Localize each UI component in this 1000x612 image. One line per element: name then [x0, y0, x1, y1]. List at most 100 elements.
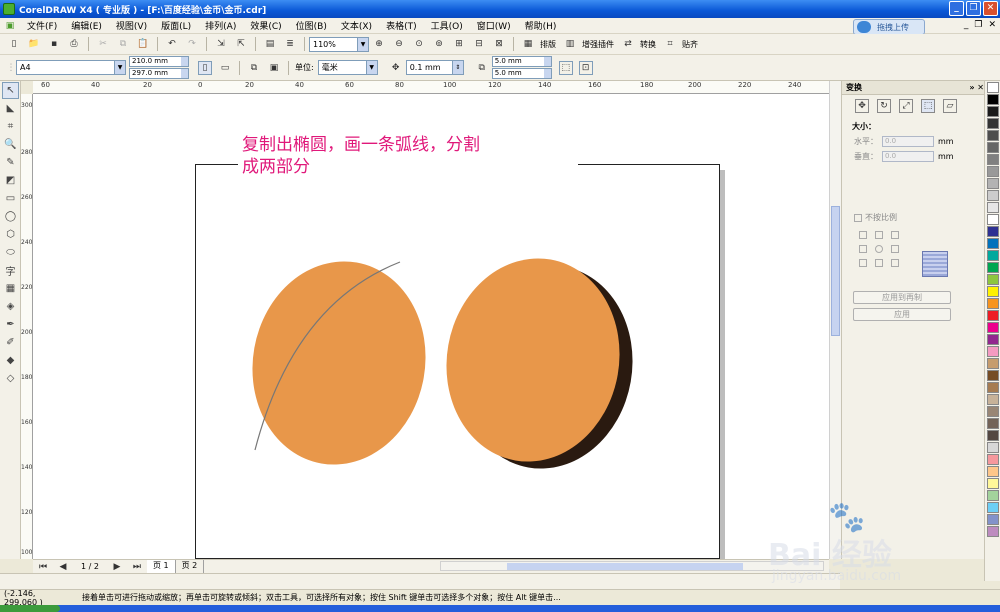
apply-button[interactable]: 应用 [853, 308, 951, 321]
first-page-icon[interactable]: ⏮ [36, 560, 50, 574]
duplicate-y-input[interactable]: 5.0 mm [491, 68, 552, 79]
skew-icon[interactable]: ▱ [943, 99, 957, 113]
color-swatch[interactable] [987, 130, 999, 141]
menu-bitmaps[interactable]: 位图(B) [289, 19, 334, 32]
duplicate-x-input[interactable]: 5.0 mm [491, 56, 552, 67]
vertical-input[interactable]: 0.0 [882, 151, 934, 162]
copy-icon[interactable]: ⧉ [116, 37, 130, 51]
tab-page-1[interactable]: 页 1 [146, 560, 176, 573]
color-swatch[interactable] [987, 430, 999, 441]
snap-objects-icon[interactable]: ⊡ [578, 60, 593, 75]
menu-view[interactable]: 视图(V) [109, 19, 154, 32]
toolbar-snap[interactable]: 贴齐 [682, 39, 698, 50]
menu-file[interactable]: 文件(F) [20, 19, 64, 32]
new-icon[interactable]: ▯ [7, 37, 21, 51]
cut-icon[interactable]: ✂ [96, 37, 110, 51]
color-swatch[interactable] [987, 202, 999, 213]
export-icon[interactable]: ⇱ [234, 37, 248, 51]
polygon-tool-icon[interactable]: ⬡ [2, 226, 19, 243]
interactive-fill-tool-icon[interactable]: ◇ [2, 370, 19, 387]
zoom-selected-icon[interactable]: ⊙ [412, 37, 426, 51]
anchor-checkbox[interactable] [859, 245, 867, 253]
menu-table[interactable]: 表格(T) [379, 19, 424, 32]
zoom-height-icon[interactable]: ⊠ [492, 37, 506, 51]
portrait-icon[interactable]: ▯ [198, 60, 212, 75]
toolbar-convert[interactable]: 转换 [640, 39, 656, 50]
scroll-thumb[interactable] [507, 563, 743, 570]
color-swatch[interactable] [987, 106, 999, 117]
current-page-icon[interactable]: ▣ [267, 61, 281, 75]
menu-text[interactable]: 文本(X) [334, 19, 379, 32]
pick-tool-icon[interactable]: ↖ [2, 82, 19, 99]
zoom-width-icon[interactable]: ⊟ [472, 37, 486, 51]
smart-fill-tool-icon[interactable]: ◩ [2, 172, 19, 189]
page-height-input[interactable]: 297.0 mm [129, 68, 189, 79]
color-swatch[interactable] [987, 226, 999, 237]
menu-edit[interactable]: 编辑(E) [64, 19, 109, 32]
orange-ellipse-right[interactable] [431, 245, 636, 476]
menu-help[interactable]: 帮助(H) [518, 19, 564, 32]
proportional-checkbox[interactable] [854, 213, 862, 222]
toolbar-plugins[interactable]: 增强插件 [582, 39, 614, 50]
drawing-canvas[interactable]: 复制出椭圆，画一条弧线，分割 成两部分 [33, 94, 829, 559]
color-swatch[interactable] [987, 178, 999, 189]
outline-tool-icon[interactable]: ✐ [2, 334, 19, 351]
zoom-select[interactable]: 110% ▼ [309, 36, 369, 52]
anchor-checkbox[interactable] [875, 259, 883, 267]
color-swatch[interactable] [987, 166, 999, 177]
all-pages-icon[interactable]: ⧉ [247, 61, 261, 75]
nudge-input[interactable]: 0.1 mm ⇕ [405, 60, 464, 75]
eyedropper-tool-icon[interactable]: ✒ [2, 316, 19, 333]
restore-button[interactable]: ❐ [966, 1, 981, 16]
color-swatch[interactable] [987, 286, 999, 297]
scale-icon[interactable]: ⤢ [899, 99, 913, 113]
color-swatch[interactable] [987, 358, 999, 369]
docker-close-icon[interactable]: » ✕ [969, 81, 984, 94]
menu-arrange[interactable]: 排列(A) [198, 19, 243, 32]
orange-ellipse-left[interactable] [237, 248, 442, 479]
zoom-in-icon[interactable]: ⊕ [372, 37, 386, 51]
table-tool-icon[interactable]: ▦ [2, 280, 19, 297]
color-swatch[interactable] [987, 406, 999, 417]
color-swatch[interactable] [987, 262, 999, 273]
doc-restore-button[interactable]: ❐ [974, 20, 982, 30]
print-icon[interactable]: ⎙ [67, 37, 81, 51]
landscape-icon[interactable]: ▭ [218, 61, 232, 75]
color-swatch[interactable] [987, 394, 999, 405]
welcome-icon[interactable]: ≣ [283, 37, 297, 51]
size-icon[interactable]: ⬚ [921, 99, 935, 113]
basic-shapes-tool-icon[interactable]: ⬭ [2, 244, 19, 261]
color-swatch[interactable] [987, 490, 999, 501]
zoom-tool-icon[interactable]: 🔍 [2, 136, 19, 153]
color-swatch[interactable] [987, 346, 999, 357]
page-width-input[interactable]: 210.0 mm [129, 56, 189, 67]
prev-page-icon[interactable]: ◀ [56, 560, 70, 574]
color-swatch[interactable] [987, 514, 999, 525]
color-swatch[interactable] [987, 526, 999, 537]
color-swatch[interactable] [987, 334, 999, 345]
vertical-scrollbar[interactable] [829, 81, 841, 559]
scroll-thumb[interactable] [831, 206, 840, 336]
freehand-tool-icon[interactable]: ✎ [2, 154, 19, 171]
color-swatch[interactable] [987, 142, 999, 153]
color-swatch[interactable] [987, 442, 999, 453]
tab-page-2[interactable]: 页 2 [176, 560, 205, 573]
next-page-icon[interactable]: ▶ [110, 560, 124, 574]
anchor-checkbox[interactable] [875, 231, 883, 239]
redo-icon[interactable]: ↷ [185, 37, 199, 51]
anchor-checkbox[interactable] [859, 231, 867, 239]
color-swatch[interactable] [987, 274, 999, 285]
color-swatch[interactable] [987, 454, 999, 465]
color-swatch[interactable] [987, 298, 999, 309]
color-swatch[interactable] [987, 250, 999, 261]
anchor-checkbox[interactable] [891, 245, 899, 253]
ellipse-tool-icon[interactable]: ◯ [2, 208, 19, 225]
last-page-icon[interactable]: ⏭ [130, 560, 144, 574]
horizontal-input[interactable]: 0.0 [882, 136, 934, 147]
color-swatch[interactable] [987, 466, 999, 477]
zoom-page-icon[interactable]: ⊞ [452, 37, 466, 51]
color-swatch[interactable] [987, 478, 999, 489]
rectangle-tool-icon[interactable]: ▭ [2, 190, 19, 207]
close-button[interactable]: ✕ [983, 1, 998, 16]
import-icon[interactable]: ⇲ [214, 37, 228, 51]
